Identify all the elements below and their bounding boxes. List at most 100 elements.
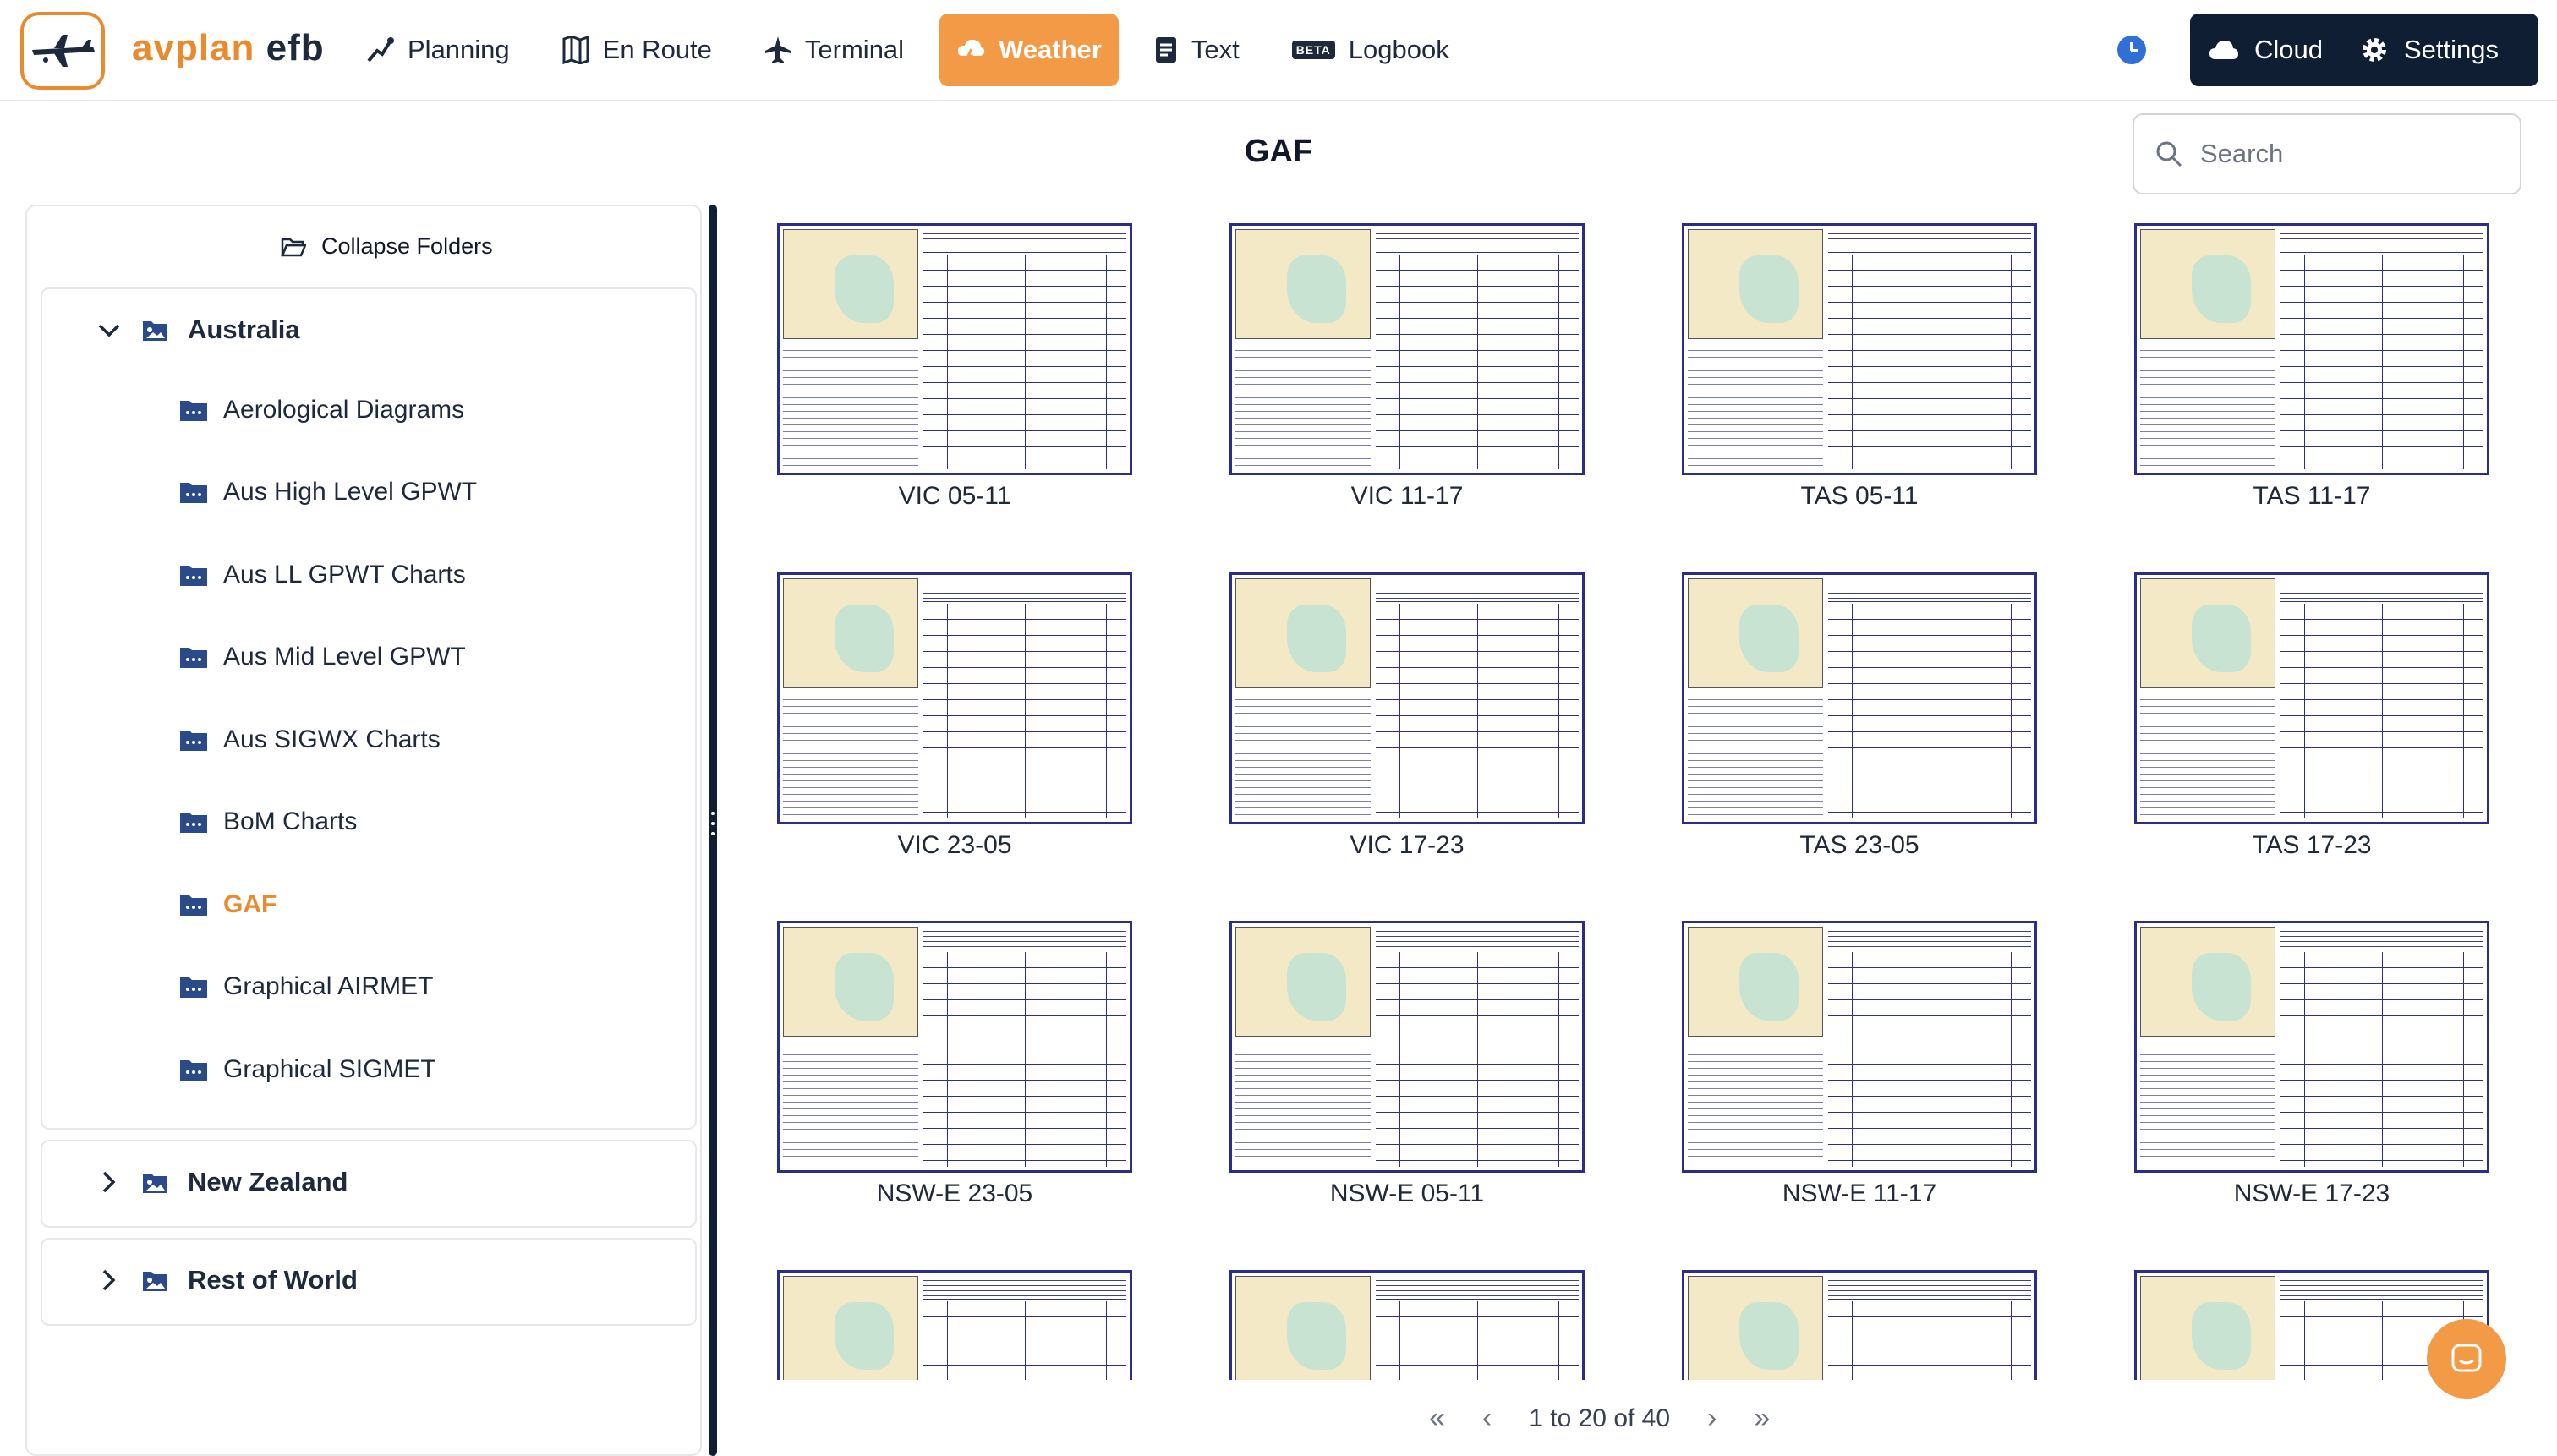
chart-thumbnail[interactable] bbox=[1682, 223, 2037, 475]
chart-card[interactable] bbox=[769, 1251, 1141, 1380]
nav-text[interactable]: Text bbox=[1137, 14, 1257, 86]
top-navigation-bar: avplan efb Planning En Route Terminal We… bbox=[0, 0, 2557, 101]
chart-label: VIC 23-05 bbox=[897, 831, 1012, 859]
folder-header-new-zealand[interactable]: New Zealand bbox=[96, 1167, 348, 1197]
folder-header-australia[interactable]: Australia bbox=[96, 315, 300, 345]
cloud-icon bbox=[2209, 41, 2238, 59]
chart-label: VIC 11-17 bbox=[1350, 482, 1464, 510]
brand-suffix: efb bbox=[266, 27, 325, 68]
chart-card[interactable]: VIC 11-17 bbox=[1221, 205, 1593, 511]
chart-card[interactable]: NSW-E 05-11 bbox=[1221, 902, 1593, 1208]
folder-label-rest-of-world: Rest of World bbox=[188, 1265, 358, 1295]
chart-thumbnail[interactable] bbox=[2134, 921, 2489, 1173]
sidebar-item-label: Aus Mid Level GPWT bbox=[223, 643, 466, 671]
folder-icon bbox=[180, 483, 207, 503]
chart-label: TAS 23-05 bbox=[1799, 831, 1919, 859]
chart-card[interactable]: TAS 05-11 bbox=[1673, 205, 2045, 511]
chart-card[interactable]: VIC 17-23 bbox=[1221, 554, 1593, 860]
folder-label-australia: Australia bbox=[188, 315, 300, 344]
chart-card[interactable] bbox=[1221, 1251, 1593, 1380]
nav-en-route[interactable]: En Route bbox=[545, 14, 729, 86]
nav-en-route-label: En Route bbox=[602, 35, 712, 64]
account-controls: Cloud Settings bbox=[2190, 14, 2538, 86]
beta-badge: BETA bbox=[1291, 41, 1335, 59]
image-folder-icon bbox=[143, 321, 167, 341]
search-icon bbox=[2156, 141, 2182, 167]
airplane-logo-icon bbox=[32, 35, 95, 67]
chart-thumbnail[interactable] bbox=[1229, 572, 1585, 824]
sidebar-item-aus-mid-level-gpwt[interactable]: Aus Mid Level GPWT bbox=[179, 643, 466, 671]
folder-icon bbox=[180, 813, 207, 833]
chart-thumbnail[interactable] bbox=[1682, 1270, 2037, 1380]
sidebar-item-aus-sigwx-charts[interactable]: Aus SIGWX Charts bbox=[179, 725, 441, 754]
chart-label: TAS 11-17 bbox=[2253, 482, 2371, 510]
folder-icon bbox=[180, 895, 207, 916]
chart-thumbnail[interactable] bbox=[1229, 223, 1585, 475]
chart-thumbnail[interactable] bbox=[1229, 921, 1585, 1173]
nav-planning[interactable]: Planning bbox=[348, 14, 527, 86]
sidebar-item-label: Graphical SIGMET bbox=[223, 1055, 436, 1083]
sidebar-item-graphical-airmet[interactable]: Graphical AIRMET bbox=[179, 972, 433, 1001]
last-page-icon[interactable]: » bbox=[1754, 1402, 1770, 1435]
chart-card[interactable] bbox=[1673, 1251, 2045, 1380]
chart-card[interactable]: NSW-E 17-23 bbox=[2126, 902, 2498, 1208]
settings-button[interactable]: Settings bbox=[2341, 14, 2517, 86]
folder-icon bbox=[180, 731, 207, 751]
folder-open-icon bbox=[281, 238, 306, 256]
first-page-icon[interactable]: « bbox=[1429, 1402, 1445, 1435]
chat-support-button[interactable] bbox=[2427, 1319, 2506, 1399]
chart-card[interactable]: NSW-E 23-05 bbox=[769, 902, 1141, 1208]
folder-group-new-zealand: New Zealand bbox=[41, 1140, 697, 1228]
sidebar-item-aus-high-level-gpwt[interactable]: Aus High Level GPWT bbox=[179, 478, 477, 506]
sidebar-item-bom-charts[interactable]: BoM Charts bbox=[179, 807, 357, 836]
chevron-right-icon bbox=[102, 1171, 116, 1193]
chart-label: VIC 05-11 bbox=[898, 482, 1011, 510]
nav-logbook-label: Logbook bbox=[1348, 35, 1449, 64]
previous-page-icon[interactable]: ‹ bbox=[1482, 1402, 1492, 1435]
chart-card[interactable]: TAS 11-17 bbox=[2126, 205, 2498, 511]
chart-thumbnail[interactable] bbox=[777, 921, 1132, 1173]
chart-card[interactable]: VIC 05-11 bbox=[769, 205, 1141, 511]
sidebar-item-label: Aus LL GPWT Charts bbox=[223, 561, 466, 588]
chart-thumbnail[interactable] bbox=[2134, 572, 2489, 824]
search-input[interactable] bbox=[2200, 139, 2505, 169]
sidebar-item-label: GAF bbox=[223, 890, 277, 918]
sidebar-item-label: Aus SIGWX Charts bbox=[223, 725, 441, 753]
clock-icon[interactable] bbox=[2117, 36, 2146, 64]
nav-weather-label: Weather bbox=[999, 35, 1102, 64]
chart-card[interactable]: TAS 17-23 bbox=[2126, 554, 2498, 860]
sidebar-item-gaf[interactable]: GAF bbox=[179, 890, 277, 919]
chart-label: NSW-E 05-11 bbox=[1329, 1180, 1485, 1207]
sidebar-item-aerological-diagrams[interactable]: Aerological Diagrams bbox=[179, 396, 464, 424]
chart-thumbnail[interactable] bbox=[1682, 572, 2037, 824]
planning-icon bbox=[367, 37, 394, 63]
nav-terminal-label: Terminal bbox=[804, 35, 905, 64]
nav-logbook[interactable]: BETA Logbook bbox=[1275, 14, 1466, 86]
folder-header-rest-of-world[interactable]: Rest of World bbox=[96, 1265, 358, 1295]
sidebar-item-aus-ll-gpwt-charts[interactable]: Aus LL GPWT Charts bbox=[179, 561, 466, 589]
chart-label: TAS 17-23 bbox=[2252, 831, 2372, 859]
chart-card[interactable]: TAS 23-05 bbox=[1673, 554, 2045, 860]
image-folder-icon bbox=[143, 1272, 167, 1291]
chart-thumbnail[interactable] bbox=[1682, 921, 2037, 1173]
chart-thumbnail[interactable] bbox=[777, 223, 1132, 475]
chart-label: VIC 17-23 bbox=[1350, 831, 1465, 859]
drag-handle-icon bbox=[711, 812, 715, 851]
cloud-button[interactable]: Cloud bbox=[2190, 14, 2341, 86]
chart-card[interactable]: NSW-E 11-17 bbox=[1673, 902, 2045, 1208]
chart-card[interactable]: VIC 23-05 bbox=[769, 554, 1141, 860]
next-page-icon[interactable]: › bbox=[1707, 1402, 1717, 1435]
chart-label: NSW-E 23-05 bbox=[876, 1180, 1033, 1207]
sidebar-item-graphical-sigmet[interactable]: Graphical SIGMET bbox=[179, 1055, 436, 1084]
chart-thumbnail[interactable] bbox=[777, 572, 1132, 824]
chart-thumbnail[interactable] bbox=[777, 1270, 1132, 1380]
app-logo[interactable] bbox=[20, 12, 105, 90]
sidebar-item-label: Graphical AIRMET bbox=[223, 972, 434, 1000]
collapse-folders-button[interactable]: Collapse Folders bbox=[281, 233, 493, 260]
chart-thumbnail[interactable] bbox=[1229, 1270, 1585, 1380]
nav-weather[interactable]: Weather bbox=[939, 14, 1119, 86]
chart-thumbnail[interactable] bbox=[2134, 223, 2489, 475]
map-icon bbox=[562, 36, 589, 64]
weather-icon bbox=[957, 39, 985, 63]
nav-terminal[interactable]: Terminal bbox=[747, 14, 921, 86]
